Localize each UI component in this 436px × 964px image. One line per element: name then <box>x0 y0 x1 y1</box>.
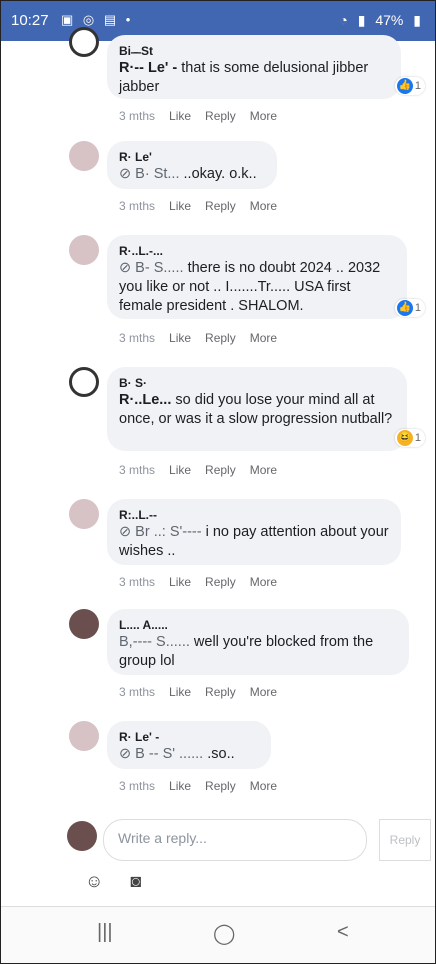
comment-meta: 3 mths Like Reply More <box>119 109 291 123</box>
comment-meta: 3 mths Like Reply More <box>119 331 291 345</box>
home-icon[interactable]: ◯ <box>213 921 235 946</box>
reply-button[interactable]: Reply <box>205 685 236 699</box>
more-button[interactable]: More <box>250 779 277 793</box>
reply-input[interactable]: Write a reply... <box>103 819 367 861</box>
comment-text: ⊘ B -- S' ...... .so.. <box>119 746 235 762</box>
composer-tools: ☺ ◙ <box>85 871 163 892</box>
like-button[interactable]: Like <box>169 199 191 213</box>
comment-bubble[interactable]: R· Le' - ⊘ B -- S' ...... .so.. <box>107 721 271 769</box>
comment-author[interactable]: R·..L.-... <box>119 243 395 259</box>
reply-button[interactable]: Reply <box>205 575 236 589</box>
comment-text: ⊘ B· St... ..okay. o.k.. <box>119 166 257 182</box>
haha-reaction-icon: 😆 <box>396 430 413 446</box>
more-button[interactable]: More <box>250 199 277 213</box>
comment-meta: 3 mths Like Reply More <box>119 199 291 213</box>
like-button[interactable]: Like <box>169 575 191 589</box>
reaction-badge[interactable]: 👍 1 <box>394 299 425 317</box>
phone-screen: 10:27 ▣ ◎ ▤ • ◔ ▮ 47% ▮ Bi ̶ ̶ St R·-- L… <box>0 0 436 964</box>
comment-time: 3 mths <box>119 463 156 477</box>
like-button[interactable]: Like <box>169 779 191 793</box>
comment-bubble[interactable]: B· S· R·..Le... so did you lose your min… <box>107 367 407 451</box>
more-button[interactable]: More <box>250 331 277 345</box>
comment-text: B,---- S...... well you're blocked from … <box>119 634 374 669</box>
comment-bubble[interactable]: R:..L.-- ⊘ Br ..: S'---- i no pay attent… <box>107 499 401 565</box>
comment-time: 3 mths <box>119 685 156 699</box>
reply-button[interactable]: Reply <box>205 779 236 793</box>
reaction-badge[interactable]: 😆 1 <box>394 429 425 447</box>
comment-author[interactable]: R· Le' - <box>119 729 259 745</box>
comment-author[interactable]: B· S· <box>119 375 395 391</box>
reply-button[interactable]: Reply <box>205 199 236 213</box>
more-button[interactable]: More <box>250 575 277 589</box>
comment-author[interactable]: L.... A..... <box>119 617 397 633</box>
reaction-badge[interactable]: 👍 1 <box>394 77 425 95</box>
comment-meta: 3 mths Like Reply More <box>119 685 291 699</box>
battery-level: 47% <box>375 12 404 28</box>
like-reaction-icon: 👍 <box>396 300 413 316</box>
avatar[interactable] <box>69 499 99 529</box>
avatar[interactable] <box>69 235 99 265</box>
comment-time: 3 mths <box>119 199 156 213</box>
comment-bubble[interactable]: L.... A..... B,---- S...... well you're … <box>107 609 409 675</box>
comment-text: R·-- Le' - that is some delusional jibbe… <box>119 60 369 95</box>
more-button[interactable]: More <box>250 685 277 699</box>
comment-time: 3 mths <box>119 575 156 589</box>
reply-button[interactable]: Reply <box>205 463 236 477</box>
send-reply-button[interactable]: Reply <box>379 819 431 861</box>
more-button[interactable]: More <box>250 109 277 123</box>
comment-meta: 3 mths Like Reply More <box>119 779 291 793</box>
recents-icon[interactable]: ||| <box>97 921 113 944</box>
like-button[interactable]: Like <box>169 685 191 699</box>
like-reaction-icon: 👍 <box>396 78 413 94</box>
comment-text: ⊘ Br ..: S'---- i no pay attention about… <box>119 524 389 559</box>
back-icon[interactable]: < <box>337 921 349 944</box>
avatar[interactable] <box>69 27 99 57</box>
avatar[interactable] <box>69 609 99 639</box>
wifi-icon: ◔ <box>339 12 348 28</box>
comment-text: R·..Le... so did you lose your mind all … <box>119 392 393 427</box>
comment-bubble[interactable]: R·..L.-... ⊘ B- S..... there is no doubt… <box>107 235 407 319</box>
like-button[interactable]: Like <box>169 109 191 123</box>
like-button[interactable]: Like <box>169 463 191 477</box>
avatar[interactable] <box>69 141 99 171</box>
reply-button[interactable]: Reply <box>205 109 236 123</box>
battery-icon: ▮ <box>413 12 421 28</box>
my-avatar <box>67 821 97 851</box>
avatar[interactable] <box>69 721 99 751</box>
reply-button[interactable]: Reply <box>205 331 236 345</box>
comment-time: 3 mths <box>119 109 156 123</box>
notification-icons: ▣ ◎ ▤ • <box>61 12 134 27</box>
comment-bubble[interactable]: Bi ̶ ̶ St R·-- Le' - that is some delusi… <box>107 35 401 99</box>
status-right: ◔ ▮ 47% ▮ <box>333 12 421 29</box>
camera-icon[interactable]: ◙ <box>130 871 141 891</box>
more-button[interactable]: More <box>250 463 277 477</box>
emoji-icon[interactable]: ☺ <box>85 871 103 891</box>
comment-author[interactable]: R· Le' <box>119 149 265 165</box>
comment-time: 3 mths <box>119 331 156 345</box>
android-nav-bar: ||| ◯ < <box>1 906 435 963</box>
comment-author[interactable]: Bi ̶ ̶ St <box>119 43 389 59</box>
clock: 10:27 <box>11 12 49 29</box>
comment-meta: 3 mths Like Reply More <box>119 575 291 589</box>
like-button[interactable]: Like <box>169 331 191 345</box>
signal-icon: ▮ <box>357 12 366 28</box>
comment-time: 3 mths <box>119 779 156 793</box>
avatar[interactable] <box>69 367 99 397</box>
comment-text: ⊘ B- S..... there is no doubt 2024 .. 20… <box>119 260 381 314</box>
comment-meta: 3 mths Like Reply More <box>119 463 291 477</box>
comment-author[interactable]: R:..L.-- <box>119 507 389 523</box>
comment-bubble[interactable]: R· Le' ⊘ B· St... ..okay. o.k.. <box>107 141 277 189</box>
